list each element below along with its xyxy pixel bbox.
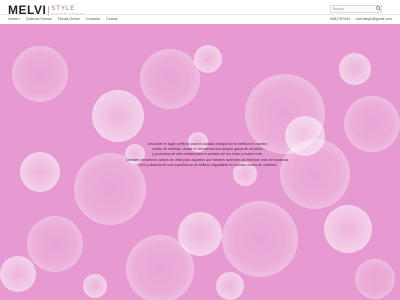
nav-contacto[interactable]: Contacto [86,16,100,23]
nav-cursos[interactable]: Cursos [106,16,117,23]
hero-text: Descubre el lugar perfecto para el cuida… [120,142,295,168]
nav-quienes-somos[interactable]: Quienes Somos [26,16,52,23]
header-divider [0,14,400,15]
main-nav: Home Quienes Somos Tienda Online Contact… [8,16,118,23]
phone-number[interactable]: 6481757944 [330,16,350,23]
search-icon[interactable] [375,5,381,12]
contact-info: 6481757944 melvistyle@gmail.com [330,16,392,23]
nav-tienda-online[interactable]: Tienda Online [58,16,80,23]
nav-home[interactable]: Home [8,16,20,23]
site-header: MELVI STYLE centro de estetica Buscar Ho… [0,0,400,24]
hero-line-5: ¡Ven y disfruta de una experiencia de be… [138,162,277,167]
email-address[interactable]: melvistyle@gmail.com [356,16,392,23]
search-placeholder: Buscar [333,7,344,11]
hero-section: Descubre el lugar perfecto para el cuida… [0,24,400,300]
